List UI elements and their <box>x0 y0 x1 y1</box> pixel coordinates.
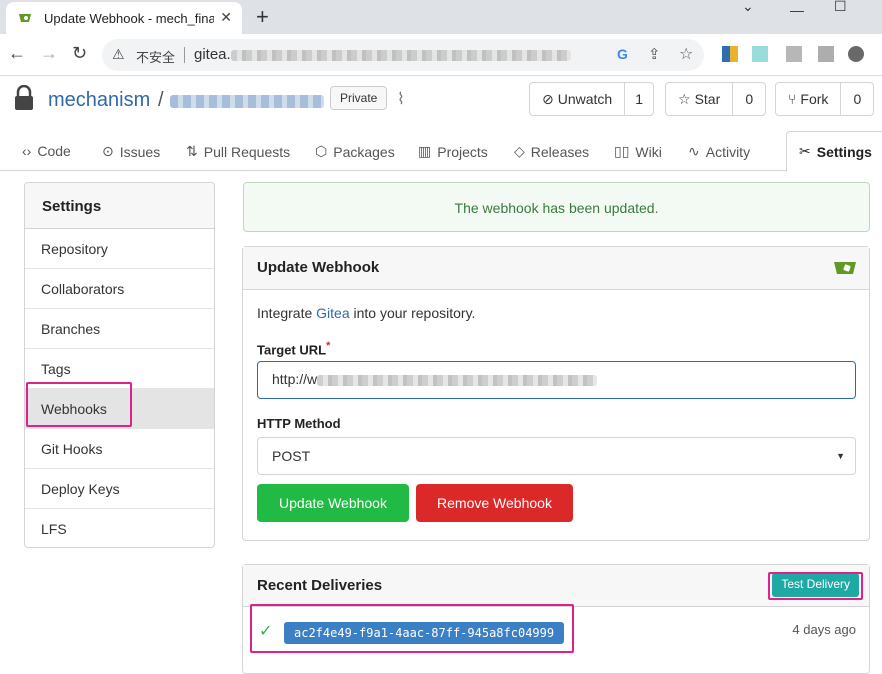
success-flash-message: The webhook has been updated. <box>243 182 870 232</box>
tab-releases[interactable]: ◇ Releases <box>514 143 589 160</box>
code-icon: ‹› <box>22 143 32 159</box>
book-icon: ▯▯ <box>614 143 630 159</box>
update-webhook-form: Update Webhook Integrate Gitea into your… <box>242 246 870 541</box>
private-badge: Private <box>330 86 388 110</box>
divider <box>184 47 185 63</box>
sidebar-item-repository[interactable]: Repository <box>25 229 214 269</box>
repo-name-link[interactable] <box>170 95 324 108</box>
pulse-icon: ∿ <box>688 143 700 159</box>
star-count[interactable]: 0 <box>733 83 765 115</box>
url-omnibox[interactable]: ⚠ 不安全 gitea. G ⇪ ☆ <box>102 39 704 71</box>
update-webhook-button[interactable]: Update Webhook <box>257 484 409 522</box>
target-url-label: Target URL* <box>257 340 331 358</box>
sidebar-title: Settings <box>25 183 214 229</box>
extension-icon[interactable] <box>752 46 768 62</box>
close-tab-icon[interactable]: ✕ <box>220 9 232 26</box>
redacted-url <box>230 49 571 61</box>
tag-icon: ◇ <box>514 143 525 159</box>
http-method-label: HTTP Method <box>257 416 341 431</box>
extension-icon[interactable] <box>722 46 738 62</box>
form-header: Update Webhook <box>243 247 869 290</box>
google-translate-icon[interactable]: G <box>617 46 628 62</box>
fork-button[interactable]: ⑂ Fork 0 <box>775 82 875 116</box>
gitea-link[interactable]: Gitea <box>316 305 349 321</box>
extension-icon[interactable] <box>818 46 834 62</box>
tab-issues[interactable]: ⊙ Issues <box>102 143 160 160</box>
unwatch-button[interactable]: ⊘ Unwatch 1 <box>529 82 655 116</box>
dropdown-caret-icon: ▼ <box>836 451 845 461</box>
delivery-time: 4 days ago <box>792 622 856 637</box>
maximize-icon[interactable]: ☐ <box>834 0 847 15</box>
warning-icon[interactable]: ⚠ <box>112 46 125 63</box>
repo-header: mechanism / Private ⌇ ⊘ Unwatch 1 ☆ Star 0… <box>0 77 882 125</box>
redacted-url <box>317 374 598 386</box>
repo-owner-link[interactable]: mechanism <box>48 89 150 112</box>
highlight-delivery-row <box>250 604 574 653</box>
back-icon[interactable]: ← <box>8 43 26 64</box>
required-mark: * <box>326 340 331 352</box>
watch-count[interactable]: 1 <box>625 83 653 115</box>
url-text: gitea. <box>194 46 571 63</box>
gitea-logo-icon <box>834 262 856 274</box>
deliveries-title: Recent Deliveries <box>257 577 383 594</box>
tab-code[interactable]: ‹› Code <box>22 143 71 159</box>
bookmark-star-icon[interactable]: ☆ <box>679 44 693 64</box>
tab-wiki[interactable]: ▯▯ Wiki <box>614 143 662 160</box>
package-icon: ⬡ <box>315 143 328 159</box>
pull-request-icon: ⇅ <box>186 143 198 159</box>
target-url-input[interactable]: http://w <box>257 361 856 399</box>
share-icon[interactable]: ⇪ <box>648 45 661 63</box>
rss-icon[interactable]: ⌇ <box>397 89 405 109</box>
tab-settings[interactable]: ✂ Settings <box>786 131 882 172</box>
eye-slash-icon: ⊘ <box>542 90 554 107</box>
fork-count[interactable]: 0 <box>841 83 873 115</box>
highlight-test-delivery <box>768 572 863 600</box>
forward-icon[interactable]: → <box>40 43 58 64</box>
project-icon: ▥ <box>418 143 432 159</box>
reload-icon[interactable]: ↻ <box>72 43 87 64</box>
tab-activity[interactable]: ∿ Activity <box>688 143 750 160</box>
tab-pull-requests[interactable]: ⇅ Pull Requests <box>186 143 290 160</box>
browser-tab[interactable]: Update Webhook - mech_final_parts ✕ <box>6 2 242 34</box>
highlight-webhooks <box>26 382 132 427</box>
sidebar-item-collaborators[interactable]: Collaborators <box>25 269 214 309</box>
tab-projects[interactable]: ▥ Projects <box>418 143 488 160</box>
browser-tab-title: Update Webhook - mech_final_parts <box>44 11 214 26</box>
chevron-down-icon[interactable]: ⌄ <box>742 0 754 15</box>
lock-icon <box>15 85 33 110</box>
settings-sidebar: Settings Repository Collaborators Branch… <box>24 182 215 548</box>
address-bar-row: ← → ↻ ⚠ 不安全 gitea. G ⇪ ☆ <box>0 34 882 76</box>
star-icon: ☆ <box>678 90 691 107</box>
http-method-select[interactable]: POST ▼ <box>257 437 856 475</box>
minimize-icon[interactable]: — <box>790 2 804 18</box>
issue-icon: ⊙ <box>102 143 114 159</box>
breadcrumb-separator: / <box>158 89 164 111</box>
star-button[interactable]: ☆ Star 0 <box>665 82 767 116</box>
tools-icon: ✂ <box>799 143 811 159</box>
form-title: Update Webhook <box>257 259 380 276</box>
remove-webhook-button[interactable]: Remove Webhook <box>416 484 573 522</box>
sidebar-item-deploy-keys[interactable]: Deploy Keys <box>25 469 214 509</box>
sidebar-item-branches[interactable]: Branches <box>25 309 214 349</box>
fork-icon: ⑂ <box>788 91 797 107</box>
insecure-label: 不安全 <box>136 50 176 65</box>
integration-intro: Integrate Gitea into your repository. <box>257 305 476 321</box>
new-tab-icon[interactable]: + <box>256 4 269 30</box>
extension-icon[interactable] <box>786 46 802 62</box>
sidebar-item-lfs[interactable]: LFS <box>25 509 214 547</box>
profile-avatar[interactable] <box>848 46 864 62</box>
tab-packages[interactable]: ⬡ Packages <box>315 143 395 160</box>
gitea-favicon-icon <box>19 14 31 22</box>
sidebar-item-git-hooks[interactable]: Git Hooks <box>25 429 214 469</box>
browser-tab-bar: Update Webhook - mech_final_parts ✕ + ⌄ … <box>0 0 882 34</box>
repo-tabs: ‹› Code ⊙ Issues ⇅ Pull Requests ⬡ Packages … <box>0 131 882 172</box>
